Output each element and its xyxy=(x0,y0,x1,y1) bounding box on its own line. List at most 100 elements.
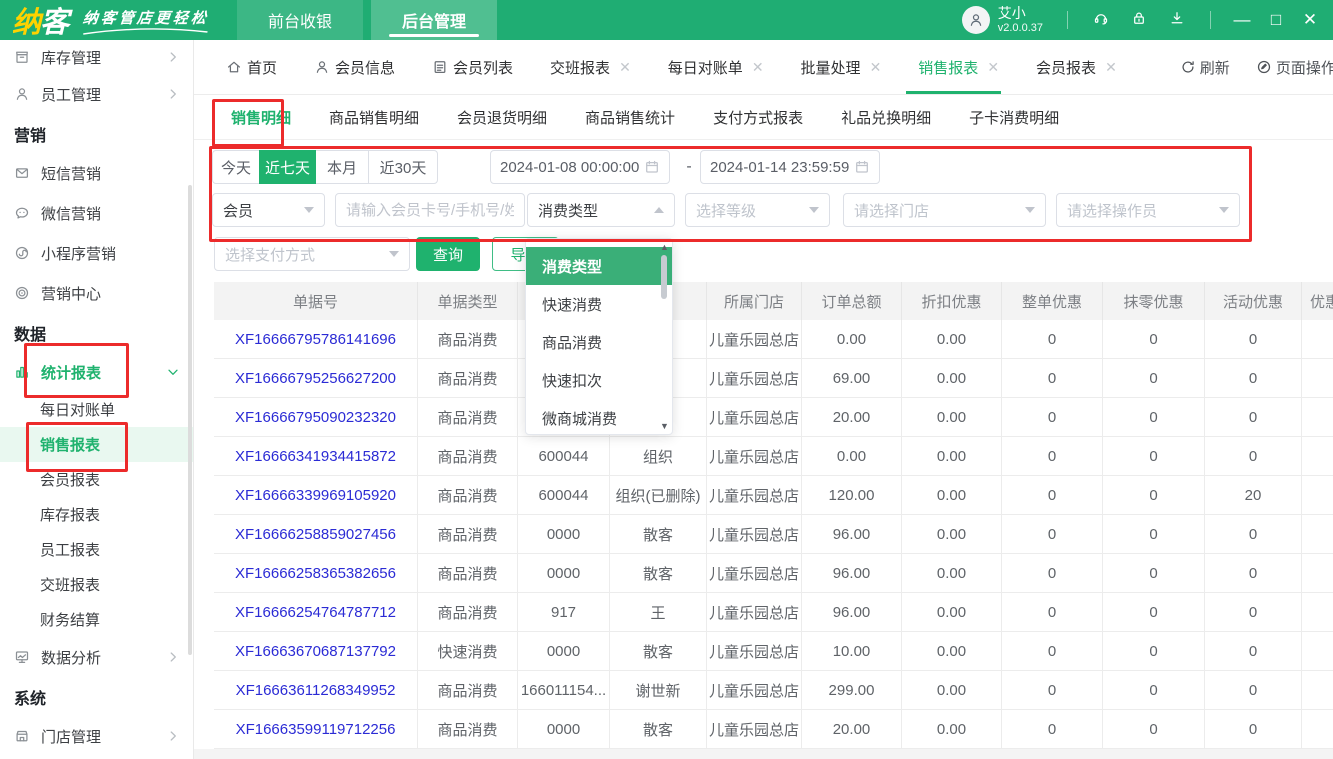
order-number-link[interactable]: XF16666795090232320 xyxy=(214,398,418,437)
scroll-down-icon[interactable]: ▼ xyxy=(660,422,668,430)
scroll-up-icon[interactable]: ▲ xyxy=(660,243,668,251)
tab-close-icon[interactable]: ✕ xyxy=(987,59,999,76)
topnav: 前台收银后台管理 xyxy=(237,0,505,40)
subtab-支付方式报表[interactable]: 支付方式报表 xyxy=(713,107,803,128)
member-level-select[interactable]: 选择等级 xyxy=(685,193,830,227)
sidebar-item[interactable]: 统计报表 xyxy=(0,352,193,392)
minimize-button[interactable]: — xyxy=(1225,0,1259,40)
order-number-link[interactable]: XF16666341934415872 xyxy=(214,437,418,476)
sidebar-subitem[interactable]: 员工报表 xyxy=(0,532,193,567)
sidebar-scrollbar[interactable] xyxy=(188,185,192,655)
operator-select[interactable]: 请选择操作员 xyxy=(1056,193,1240,227)
topbar: 纳 客 纳客管店更轻松 前台收银后台管理 艾小 v2.0.0.37 — □ ✕ xyxy=(0,0,1333,40)
subtab-商品销售统计[interactable]: 商品销售统计 xyxy=(585,107,675,128)
close-button[interactable]: ✕ xyxy=(1293,0,1327,40)
dropdown-option-微商城消费[interactable]: 微商城消费 xyxy=(526,399,672,435)
sidebar-subitem[interactable]: 每日对账单 xyxy=(0,392,193,427)
dropdown-option-快速扣次[interactable]: 快速扣次 xyxy=(526,361,672,399)
member-type-value: 会员 xyxy=(223,200,253,221)
lock-icon[interactable] xyxy=(1131,10,1147,31)
sidebar-item[interactable]: 库存管理 xyxy=(0,40,193,74)
calendar-icon xyxy=(854,159,870,175)
brand-tagline: 纳客管店更轻松 xyxy=(82,7,210,28)
table-cell: 0 xyxy=(1002,632,1103,671)
member-type-select[interactable]: 会员 xyxy=(212,193,325,227)
tab-close-icon[interactable]: ✕ xyxy=(619,59,631,76)
sidebar-item[interactable]: 营销中心 xyxy=(0,273,193,313)
tab-批量处理[interactable]: 批量处理✕ xyxy=(801,40,882,94)
sidebar-subitem[interactable]: 库存报表 xyxy=(0,497,193,532)
tab-会员报表[interactable]: 会员报表✕ xyxy=(1036,40,1117,94)
quick-range-近七天[interactable]: 近七天 xyxy=(259,150,316,184)
table-cell: 儿童乐园总店 xyxy=(707,632,802,671)
date-from-input[interactable]: 2024-01-08 00:00:00 xyxy=(490,150,670,184)
payment-method-select[interactable]: 选择支付方式 xyxy=(214,237,410,271)
order-number-link[interactable]: XF16666254764787712 xyxy=(214,593,418,632)
tab-close-icon[interactable]: ✕ xyxy=(1105,59,1117,76)
tab-交班报表[interactable]: 交班报表✕ xyxy=(550,40,631,94)
order-number-link[interactable]: XF16666795256627200 xyxy=(214,359,418,398)
table-cell: 儿童乐园总店 xyxy=(707,593,802,632)
sidebar-item[interactable]: 短信营销 xyxy=(0,153,193,193)
order-number-link[interactable]: XF16666795786141696 xyxy=(214,320,418,359)
member-search-input[interactable] xyxy=(335,193,525,227)
dropdown-options: 消费类型快速消费商品消费快速扣次微商城消费 xyxy=(526,247,672,435)
query-button[interactable]: 查询 xyxy=(416,237,480,271)
order-number-link[interactable]: XF16663599119712256 xyxy=(214,710,418,749)
order-number-link[interactable]: XF16666258365382656 xyxy=(214,554,418,593)
subtab-会员退货明细[interactable]: 会员退货明细 xyxy=(457,107,547,128)
quick-range-今天[interactable]: 今天 xyxy=(212,150,260,184)
table-cell: 20 xyxy=(1205,476,1302,515)
avatar[interactable] xyxy=(962,6,990,34)
tab-每日对账单[interactable]: 每日对账单✕ xyxy=(668,40,764,94)
service-icon[interactable] xyxy=(1093,10,1109,31)
tab-会员列表[interactable]: 会员列表 xyxy=(432,40,513,94)
table-cell: 商品消费 xyxy=(418,710,518,749)
table-cell: 917 xyxy=(518,593,610,632)
table-row: XF16666258365382656商品消费0000散客儿童乐园总店96.00… xyxy=(214,554,1333,593)
sidebar-item[interactable]: 微信营销 xyxy=(0,193,193,233)
sidebar-subitem[interactable]: 销售报表 xyxy=(0,427,193,462)
tab-close-icon[interactable]: ✕ xyxy=(870,59,882,76)
quick-range-近30天[interactable]: 近30天 xyxy=(368,150,438,184)
refresh-button[interactable]: 刷新 xyxy=(1180,57,1230,78)
tab-销售报表[interactable]: 销售报表✕ xyxy=(918,40,999,94)
table-cell: 组织 xyxy=(610,437,707,476)
table-header-cell: 整单优惠 xyxy=(1002,282,1103,320)
topnav-backend-management[interactable]: 后台管理 xyxy=(371,0,497,40)
topnav-frontdesk-cashier[interactable]: 前台收银 xyxy=(237,0,363,40)
table-cell: 0 xyxy=(1002,671,1103,710)
logo-char-ke: 客 xyxy=(40,0,69,41)
sidebar-subitem[interactable]: 会员报表 xyxy=(0,462,193,497)
subtab-礼品兑换明细[interactable]: 礼品兑换明细 xyxy=(841,107,931,128)
page-operations-button[interactable]: 页面操作 xyxy=(1256,57,1333,78)
order-number-link[interactable]: XF16666258859027456 xyxy=(214,515,418,554)
sidebar-item[interactable]: 小程序营销 xyxy=(0,233,193,273)
dropdown-option-消费类型[interactable]: 消费类型 xyxy=(526,247,672,285)
tab-会员信息[interactable]: 会员信息 xyxy=(314,40,395,94)
store-select[interactable]: 请选择门店 xyxy=(843,193,1046,227)
subtab-子卡消费明细[interactable]: 子卡消费明细 xyxy=(969,107,1059,128)
scrollbar-thumb[interactable] xyxy=(661,255,667,299)
dropdown-scrollbar[interactable]: ▲ ▼ xyxy=(658,243,670,430)
date-to-input[interactable]: 2024-01-14 23:59:59 xyxy=(700,150,880,184)
sidebar-item[interactable]: 门店管理 xyxy=(0,716,193,756)
consume-type-select[interactable]: 消费类型 xyxy=(527,193,675,227)
download-icon[interactable] xyxy=(1169,10,1185,31)
subtab-销售明细[interactable]: 销售明细 xyxy=(231,107,291,128)
sidebar-subitem[interactable]: 财务结算 xyxy=(0,602,193,637)
tab-首页[interactable]: 首页 xyxy=(226,40,277,94)
sidebar-item[interactable]: 数据分析 xyxy=(0,637,193,677)
order-number-link[interactable]: XF16666339969105920 xyxy=(214,476,418,515)
order-number-link[interactable]: XF16663611268349952 xyxy=(214,671,418,710)
maximize-button[interactable]: □ xyxy=(1259,0,1293,40)
tab-close-icon[interactable]: ✕ xyxy=(752,59,764,76)
dropdown-option-商品消费[interactable]: 商品消费 xyxy=(526,323,672,361)
quick-range-本月[interactable]: 本月 xyxy=(315,150,369,184)
sidebar-subitem[interactable]: 交班报表 xyxy=(0,567,193,602)
sidebar-item-label: 微信营销 xyxy=(41,203,181,224)
order-number-link[interactable]: XF16663670687137792 xyxy=(214,632,418,671)
sidebar-item[interactable]: 员工管理 xyxy=(0,74,193,114)
dropdown-option-快速消费[interactable]: 快速消费 xyxy=(526,285,672,323)
subtab-商品销售明细[interactable]: 商品销售明细 xyxy=(329,107,419,128)
